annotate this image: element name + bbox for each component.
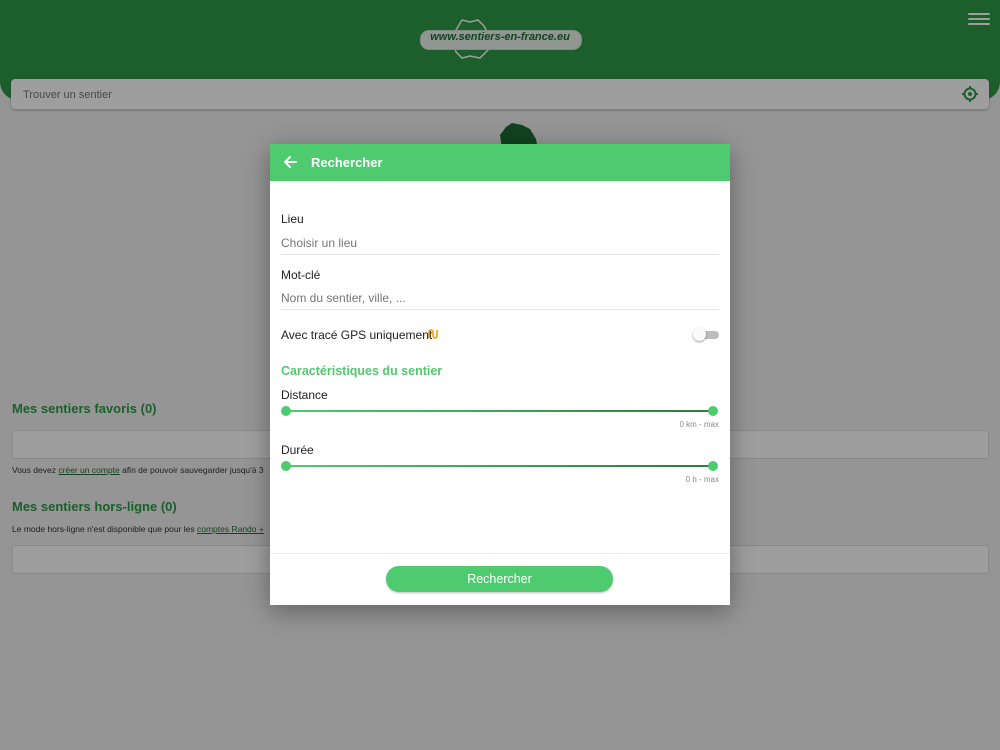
gps-toggle[interactable] (693, 328, 719, 341)
dialog-footer-divider (270, 553, 730, 554)
keyword-label: Mot-clé (281, 268, 321, 282)
duration-slider[interactable] (281, 460, 718, 472)
gps-toggle-knob (693, 328, 706, 341)
search-dialog: Rechercher Lieu Mot-clé Avec tracé GPS u… (270, 144, 730, 605)
duration-max-handle[interactable] (708, 461, 718, 471)
gps-track-icon (428, 329, 438, 339)
trail-characteristics-title: Caractéristiques du sentier (281, 364, 443, 378)
dialog-title: Rechercher (311, 155, 383, 170)
keyword-input[interactable] (281, 287, 719, 310)
search-submit-button[interactable]: Rechercher (386, 566, 613, 592)
distance-slider-track (286, 410, 714, 412)
lieu-label: Lieu (281, 212, 304, 226)
duration-min-handle[interactable] (281, 461, 291, 471)
duration-label: Durée (281, 443, 314, 457)
distance-label: Distance (281, 388, 328, 402)
dialog-header: Rechercher (270, 144, 730, 181)
back-arrow-icon[interactable] (282, 154, 298, 170)
duration-range-text: 0 h - max (685, 475, 719, 484)
gps-filter-label: Avec tracé GPS uniquement (281, 328, 433, 342)
distance-max-handle[interactable] (708, 406, 718, 416)
distance-range-text: 0 km - max (679, 420, 719, 429)
duration-slider-track (286, 465, 714, 467)
distance-slider[interactable] (281, 405, 718, 417)
lieu-input[interactable] (281, 232, 719, 255)
distance-min-handle[interactable] (281, 406, 291, 416)
